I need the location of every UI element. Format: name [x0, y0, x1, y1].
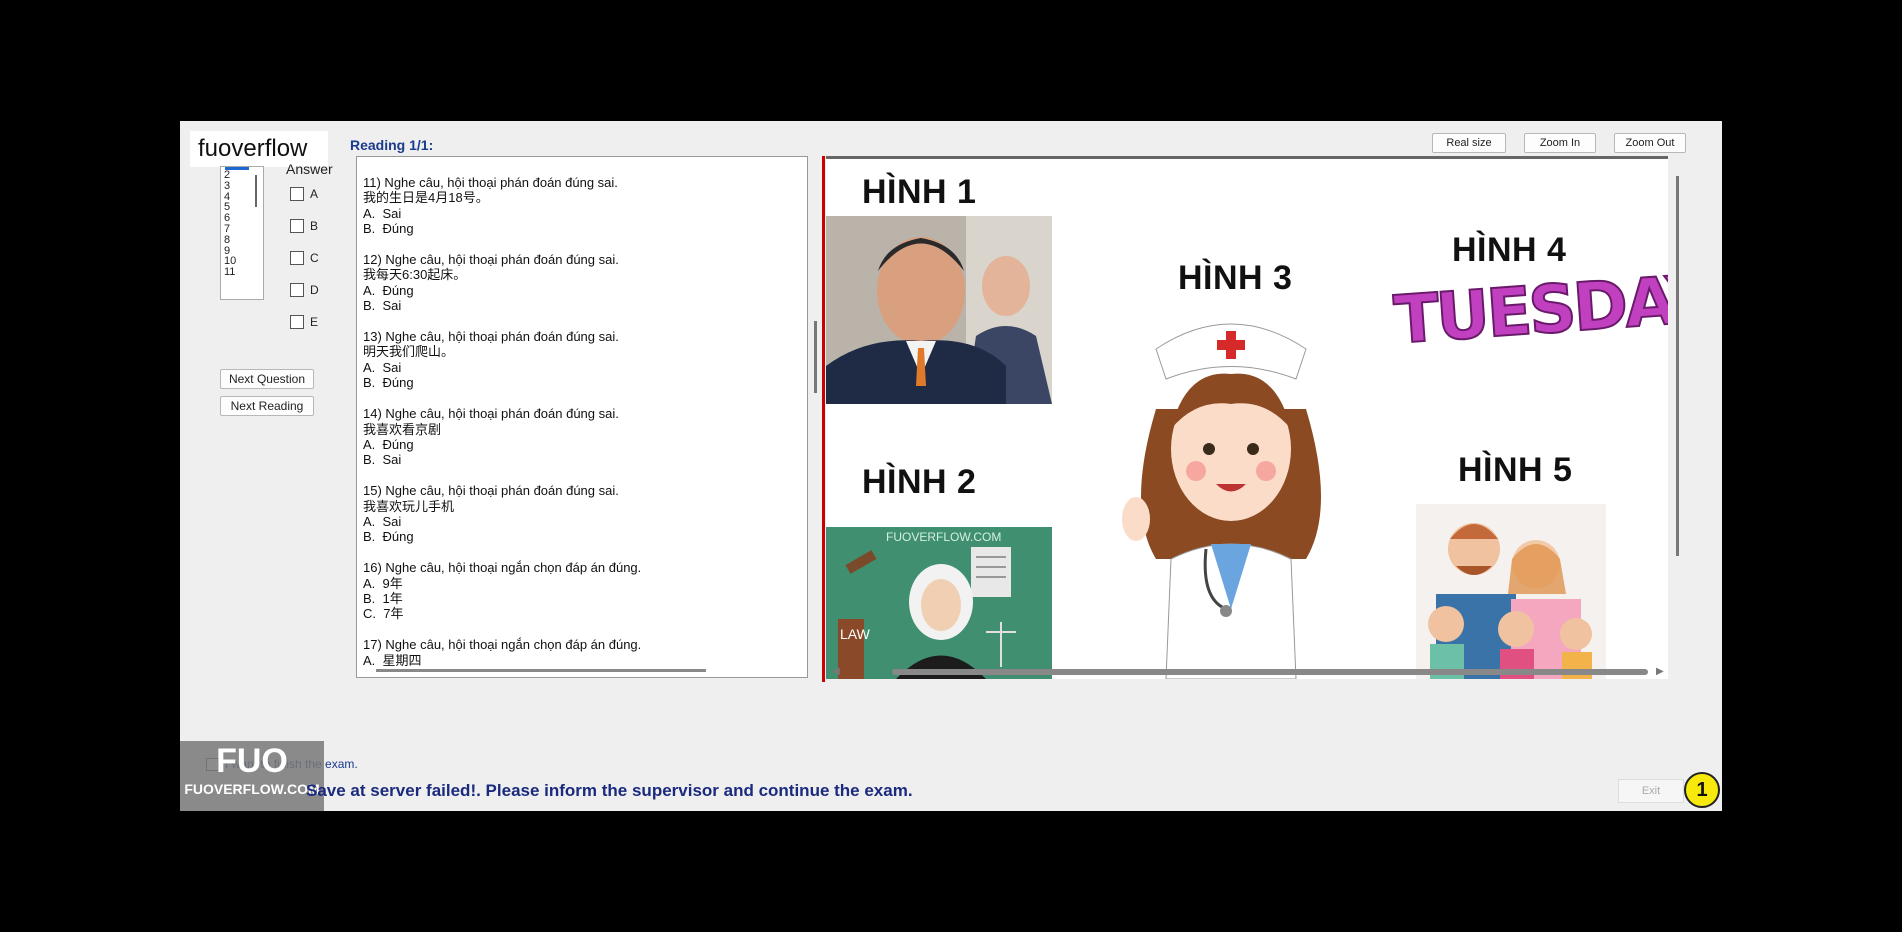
scroll-right-arrow-icon[interactable]: ▶ — [1656, 666, 1664, 677]
panel-divider[interactable] — [822, 156, 825, 682]
label-hinh-5: HÌNH 5 — [1458, 451, 1573, 489]
photo-businessman — [826, 216, 1052, 404]
label-hinh-3: HÌNH 3 — [1178, 259, 1293, 297]
label-hinh-4: HÌNH 4 — [1452, 231, 1567, 269]
next-reading-button[interactable]: Next Reading — [220, 396, 314, 416]
question-list[interactable]: 2 3 4 5 6 7 8 9 10 11 — [220, 166, 264, 300]
logo-small-text: FUOVERFLOW.COM — [184, 781, 320, 797]
checkbox-e[interactable] — [290, 315, 304, 329]
image-vertical-scrollbar[interactable] — [1676, 176, 1679, 556]
scroll-left-arrow-icon[interactable]: ◀ — [832, 666, 840, 677]
label-hinh-2: HÌNH 2 — [862, 463, 977, 501]
answer-label: Answer — [286, 161, 333, 177]
annotation-badge: 1 — [1684, 772, 1720, 808]
option-e[interactable]: E — [290, 315, 318, 329]
image-panel[interactable]: HÌNH 1 HÌNH 2 HÌNH 3 HÌNH 4 HÌNH 5 FUOVE… — [826, 156, 1668, 679]
logo-big-text: FUO — [216, 742, 288, 780]
zoom-in-button[interactable]: Zoom In — [1524, 133, 1596, 153]
exit-button[interactable]: Exit — [1618, 779, 1684, 803]
real-size-button[interactable]: Real size — [1432, 133, 1506, 153]
question-number-item[interactable]: 3 — [224, 180, 263, 192]
tuesday-text: TUESDAY — [1391, 259, 1668, 360]
checkbox-c[interactable] — [290, 251, 304, 265]
illustration-family — [1416, 504, 1606, 679]
reading-horizontal-scrollbar[interactable] — [376, 669, 706, 672]
question-number-item[interactable]: 11 — [224, 267, 263, 278]
checkbox-a[interactable] — [290, 187, 304, 201]
reading-text: 11) Nghe câu, hội thoại phán đoán đúng s… — [363, 175, 642, 668]
watermark-text: FUOVERFLOW.COM — [886, 530, 1001, 544]
zoom-out-button[interactable]: Zoom Out — [1614, 133, 1686, 153]
next-question-button[interactable]: Next Question — [220, 369, 314, 389]
reading-vertical-scrollbar[interactable] — [814, 321, 817, 393]
illustration-law: FUOVERFLOW.COM LAW — [826, 527, 1052, 679]
selected-question-indicator — [225, 167, 249, 170]
option-a[interactable]: A — [290, 187, 318, 201]
image-horizontal-scrollbar[interactable] — [892, 669, 1648, 675]
option-d[interactable]: D — [290, 283, 319, 297]
reading-panel[interactable]: 11) Nghe câu, hội thoại phán đoán đúng s… — [356, 156, 808, 678]
option-b[interactable]: B — [290, 219, 318, 233]
checkbox-b[interactable] — [290, 219, 304, 233]
checkbox-d[interactable] — [290, 283, 304, 297]
label-hinh-1: HÌNH 1 — [862, 173, 977, 211]
option-c[interactable]: C — [290, 251, 319, 265]
fuoverflow-watermark-logo: FUO FUOVERFLOW.COM — [180, 741, 324, 811]
question-number-item[interactable]: 8 — [224, 234, 263, 246]
reading-title: Reading 1/1: — [350, 137, 434, 153]
server-error-message: Save at server failed!. Please inform th… — [306, 781, 913, 800]
question-list-scrollbar[interactable] — [255, 175, 257, 207]
illustration-nurse — [1122, 323, 1321, 679]
law-text: LAW — [840, 626, 871, 642]
exam-window: fuoverflow Answer 2 3 4 5 6 7 8 9 10 11 A B C D E… — [180, 121, 1722, 811]
